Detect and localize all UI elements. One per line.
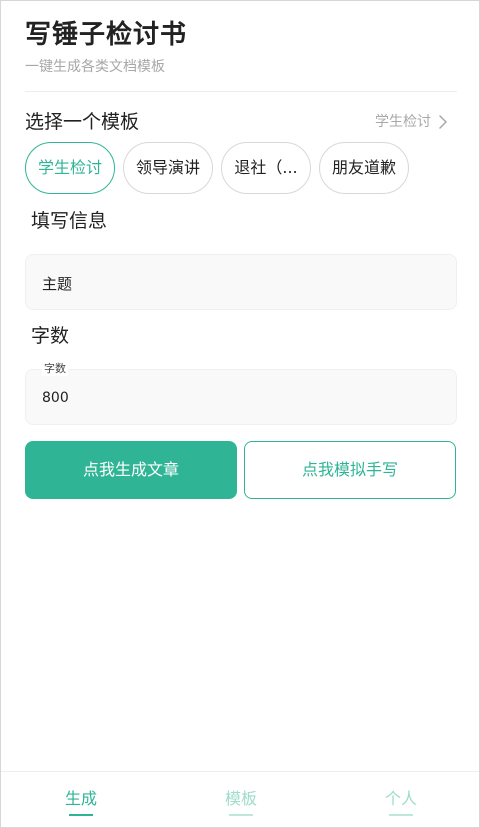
topic-input[interactable]: 主题 (25, 254, 457, 310)
chip-quit-club[interactable]: 退社（... (221, 142, 311, 194)
simulate-handwriting-button[interactable]: 点我模拟手写 (244, 441, 456, 499)
chip-leader-speech[interactable]: 领导演讲 (123, 142, 213, 194)
selected-template-link[interactable]: 学生检讨 (375, 110, 451, 134)
title-divider (25, 91, 457, 92)
nav-item-templates[interactable]: 模板 (201, 788, 281, 816)
nav-label-generate: 生成 (64, 789, 97, 808)
chip-friend-apology[interactable]: 朋友道歉 (319, 142, 409, 194)
bottom-nav: 生成 模板 个人 (1, 771, 479, 827)
word-count-value: 800 (42, 390, 69, 406)
nav-indicator-templates (229, 814, 253, 816)
template-section-title: 选择一个模板 (25, 111, 140, 133)
nav-label-profile: 个人 (384, 789, 417, 808)
info-section-title: 填写信息 (31, 210, 108, 232)
app-subtitle: 一键生成各类文档模板 (25, 59, 165, 75)
template-chips: 学生检讨 领导演讲 退社（... 朋友道歉 (25, 142, 409, 194)
app-title: 写锤子检讨书 (25, 20, 188, 50)
chevron-right-icon (439, 115, 447, 129)
nav-indicator-profile (389, 814, 413, 816)
app-screen: 写锤子检讨书 一键生成各类文档模板 选择一个模板 学生检讨 学生检讨 领导演讲 … (0, 0, 480, 828)
selected-template-label: 学生检讨 (375, 114, 431, 130)
nav-item-generate[interactable]: 生成 (41, 788, 121, 816)
generate-article-button[interactable]: 点我生成文章 (25, 441, 237, 499)
chip-student-review[interactable]: 学生检讨 (25, 142, 115, 194)
word-count-input[interactable]: 字数 800 (25, 362, 457, 425)
word-count-label: 字数 (42, 362, 68, 376)
nav-label-templates: 模板 (224, 789, 257, 808)
count-section-title: 字数 (31, 325, 70, 347)
topic-placeholder: 主题 (42, 275, 73, 293)
nav-item-profile[interactable]: 个人 (361, 788, 441, 816)
nav-indicator-generate (69, 814, 93, 816)
